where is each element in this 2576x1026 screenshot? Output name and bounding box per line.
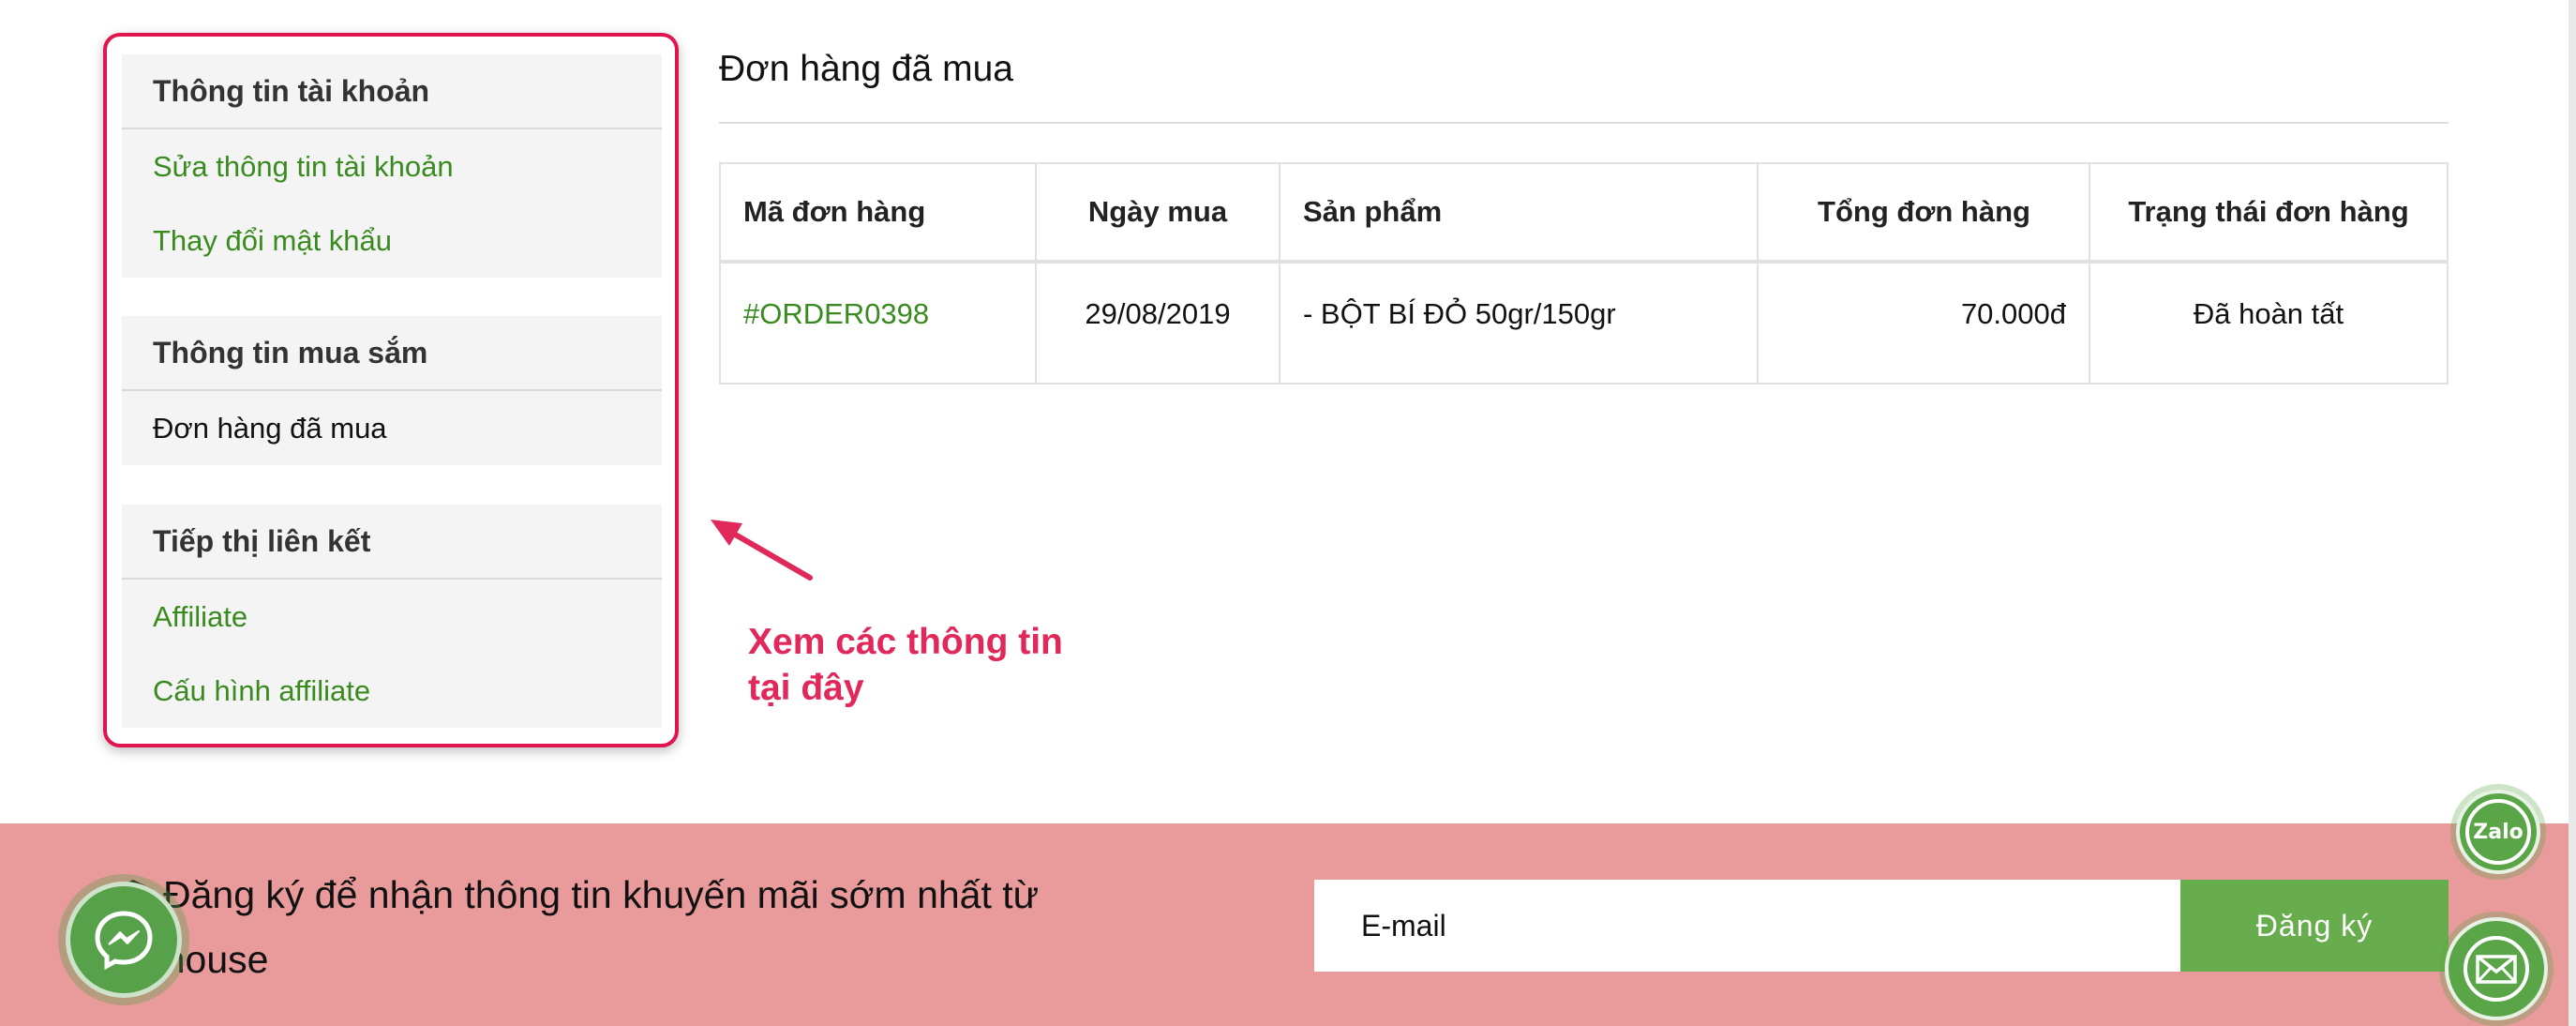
- sidebar-item-affiliate-config[interactable]: Cấu hình affiliate: [122, 654, 662, 728]
- sidebar-heading-account: Thông tin tài khoản: [122, 54, 662, 129]
- newsletter-text: Đăng ký để nhận thông tin khuyến mãi sớm…: [112, 873, 1040, 981]
- mail-icon: [2464, 936, 2529, 1002]
- newsletter-text-block: Đăng ký để nhận thông tin khuyến mãi sớm…: [112, 863, 1144, 992]
- sidebar-heading-shopping: Thông tin mua sắm: [122, 316, 662, 391]
- sidebar-heading-affiliate: Tiếp thị liên kết: [122, 505, 662, 580]
- cell-total: 70.000đ: [1757, 261, 2090, 385]
- newsletter-bar: Đăng ký để nhận thông tin khuyến mãi sớm…: [0, 823, 2569, 1026]
- zalo-label: Zalo: [2473, 820, 2524, 844]
- sidebar-item-affiliate[interactable]: Affiliate: [122, 580, 662, 654]
- page-title: Đơn hàng đã mua: [719, 49, 1013, 89]
- table-row: #ORDER0398 29/08/2019 - BỘT BÍ ĐỎ 50gr/1…: [719, 261, 2449, 385]
- mail-button[interactable]: [2445, 917, 2548, 1020]
- col-date: Ngày mua: [1035, 162, 1281, 264]
- email-input[interactable]: [1314, 880, 2180, 972]
- col-status: Trạng thái đơn hàng: [2089, 162, 2449, 264]
- messenger-button[interactable]: [66, 882, 182, 998]
- sidebar-item-purchased-orders[interactable]: Đơn hàng đã mua: [122, 391, 662, 465]
- col-order-id: Mã đơn hàng: [719, 162, 1037, 264]
- annotation-line-1: Xem các thông tin: [748, 622, 1063, 662]
- sidebar-item-change-password[interactable]: Thay đổi mật khẩu: [122, 204, 662, 278]
- zalo-button[interactable]: Zalo: [2456, 790, 2540, 874]
- sidebar-group-account: Thông tin tài khoản Sửa thông tin tài kh…: [122, 54, 662, 278]
- table-header-row: Mã đơn hàng Ngày mua Sản phẩm Tổng đơn h…: [719, 162, 2449, 264]
- sidebar-group-shopping: Thông tin mua sắm Đơn hàng đã mua: [122, 316, 662, 465]
- annotation-note: Xem các thông tin tại đây: [748, 619, 1161, 711]
- sidebar-group-affiliate: Tiếp thị liên kết Affiliate Cấu hình aff…: [122, 505, 662, 728]
- cell-status: Đã hoàn tất: [2089, 261, 2449, 385]
- annotation-line-2: tại đây: [748, 668, 864, 708]
- order-link[interactable]: #ORDER0398: [743, 297, 929, 330]
- messenger-icon: [95, 911, 153, 971]
- cell-order-id: #ORDER0398: [719, 261, 1037, 385]
- cell-date: 29/08/2019: [1035, 261, 1281, 385]
- col-total: Tổng đơn hàng: [1757, 162, 2090, 264]
- col-product: Sản phẩm: [1279, 162, 1759, 264]
- title-divider: [719, 122, 2449, 124]
- subscribe-button[interactable]: Đăng ký: [2180, 880, 2449, 972]
- page-scroll-edge: [2569, 0, 2576, 1026]
- annotation-arrow-icon: [711, 520, 813, 581]
- cell-product: - BỘT BÍ ĐỎ 50gr/150gr: [1279, 261, 1759, 385]
- zalo-icon: Zalo: [2465, 799, 2531, 865]
- orders-table: Mã đơn hàng Ngày mua Sản phẩm Tổng đơn h…: [719, 162, 2449, 385]
- sidebar-item-edit-account[interactable]: Sửa thông tin tài khoản: [122, 129, 662, 204]
